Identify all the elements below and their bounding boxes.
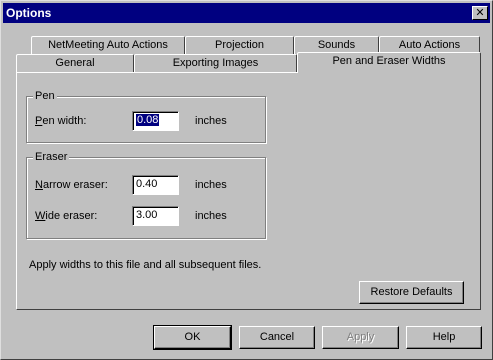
tab-label: Sounds bbox=[317, 39, 356, 51]
pen-width-field[interactable]: 0.08 bbox=[132, 111, 179, 131]
pen-width-label-text: en width: bbox=[42, 115, 87, 127]
pen-width-value: 0.08 bbox=[136, 114, 160, 126]
restore-defaults-button[interactable]: Restore Defaults bbox=[359, 281, 464, 304]
help-label: Help bbox=[432, 331, 456, 343]
pen-width-label: Pen width: bbox=[35, 115, 87, 127]
tab-label: NetMeeting Auto Actions bbox=[48, 39, 168, 51]
ok-label: OK bbox=[184, 331, 201, 343]
pen-width-unit: inches bbox=[195, 115, 227, 127]
tab-netmeeting-auto-actions[interactable]: NetMeeting Auto Actions bbox=[31, 36, 185, 54]
close-button[interactable]: ✕ bbox=[472, 6, 488, 20]
tab-label: Projection bbox=[215, 39, 264, 51]
narrow-eraser-label-text: arrow eraser: bbox=[42, 179, 108, 191]
narrow-eraser-unit: inches bbox=[195, 179, 227, 191]
tab-pen-and-eraser-widths[interactable]: Pen and Eraser Widths bbox=[297, 52, 481, 73]
wide-eraser-field[interactable]: 3.00 bbox=[132, 206, 179, 226]
apply-note: Apply widths to this file and all subseq… bbox=[29, 259, 262, 271]
tab-exporting-images[interactable]: Exporting Images bbox=[134, 54, 297, 72]
narrow-eraser-field[interactable]: 0.40 bbox=[132, 175, 179, 195]
wide-eraser-unit: inches bbox=[195, 210, 227, 222]
help-button[interactable]: Help bbox=[406, 326, 482, 349]
pen-group-title: Pen bbox=[33, 89, 57, 103]
cancel-button[interactable]: Cancel bbox=[239, 326, 315, 349]
title-bar: Options ✕ bbox=[3, 3, 490, 23]
eraser-groupbox: Eraser Narrow eraser: 0.40 inches Wide e… bbox=[26, 150, 266, 239]
close-icon: ✕ bbox=[475, 6, 485, 19]
tab-label: Auto Actions bbox=[398, 39, 461, 51]
wide-eraser-label-text: ide eraser: bbox=[45, 210, 98, 222]
apply-label: Apply bbox=[346, 331, 375, 343]
tab-label: General bbox=[55, 57, 95, 69]
tab-label: Exporting Images bbox=[172, 57, 259, 69]
apply-button[interactable]: Apply bbox=[322, 326, 399, 349]
narrow-eraser-label: Narrow eraser: bbox=[35, 179, 108, 191]
tab-label: Pen and Eraser Widths bbox=[332, 55, 446, 67]
wide-eraser-value: 3.00 bbox=[136, 209, 158, 221]
wide-eraser-label: Wide eraser: bbox=[35, 210, 98, 222]
cancel-label: Cancel bbox=[259, 331, 295, 343]
narrow-eraser-value: 0.40 bbox=[136, 178, 158, 190]
restore-defaults-label: Restore Defaults bbox=[370, 286, 453, 298]
ok-button[interactable]: OK bbox=[153, 325, 232, 350]
options-dialog: Options ✕ NetMeeting Auto Actions Projec… bbox=[0, 0, 493, 360]
pen-groupbox: Pen Pen width: 0.08 inches bbox=[26, 89, 266, 143]
tab-panel-pen-and-eraser-widths: Pen Pen width: 0.08 inches Eraser Narrow… bbox=[16, 72, 481, 310]
tab-general[interactable]: General bbox=[16, 54, 134, 72]
eraser-group-title: Eraser bbox=[33, 150, 70, 164]
tab-projection[interactable]: Projection bbox=[185, 36, 294, 54]
window-title: Options bbox=[6, 6, 52, 20]
